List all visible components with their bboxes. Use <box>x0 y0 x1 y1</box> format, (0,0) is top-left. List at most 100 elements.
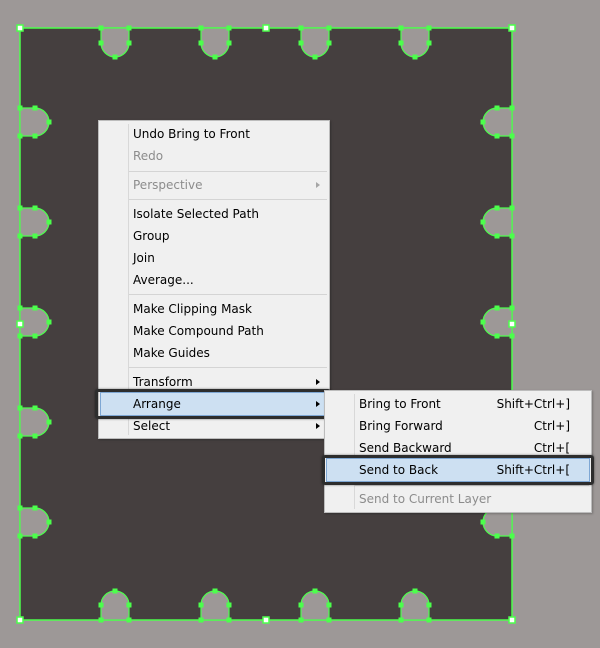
anchor-point[interactable] <box>426 617 432 623</box>
anchor-point[interactable] <box>326 602 332 608</box>
anchor-point[interactable] <box>480 319 486 325</box>
left-notch[interactable] <box>19 507 50 537</box>
anchor-point[interactable] <box>198 25 204 31</box>
anchor-point[interactable] <box>32 505 38 511</box>
anchor-point[interactable] <box>226 40 232 46</box>
anchor-point[interactable] <box>398 40 404 46</box>
anchor-point[interactable] <box>494 233 500 239</box>
anchor-point[interactable] <box>212 54 218 60</box>
anchor-point[interactable] <box>398 25 404 31</box>
anchor-point[interactable] <box>198 617 204 623</box>
menu-item-redo[interactable]: Redo <box>101 145 327 167</box>
anchor-point[interactable] <box>112 54 118 60</box>
left-notch[interactable] <box>19 307 50 337</box>
menu-item-bring-to-front[interactable]: Bring to Front Shift+Ctrl+] <box>327 393 589 415</box>
bottom-notch[interactable] <box>100 590 130 621</box>
anchor-point[interactable] <box>226 602 232 608</box>
bounding-box-handle[interactable] <box>262 616 270 624</box>
anchor-point[interactable] <box>17 105 23 111</box>
menu-item-join[interactable]: Join <box>101 247 327 269</box>
anchor-point[interactable] <box>509 333 515 339</box>
anchor-point[interactable] <box>46 319 52 325</box>
anchor-point[interactable] <box>426 40 432 46</box>
top-notch[interactable] <box>300 27 330 58</box>
anchor-point[interactable] <box>32 305 38 311</box>
anchor-point[interactable] <box>98 25 104 31</box>
anchor-point[interactable] <box>480 519 486 525</box>
menu-item-arrange[interactable]: Arrange <box>100 392 328 416</box>
anchor-point[interactable] <box>426 25 432 31</box>
anchor-point[interactable] <box>298 25 304 31</box>
anchor-point[interactable] <box>98 602 104 608</box>
anchor-point[interactable] <box>494 205 500 211</box>
menu-item-perspective[interactable]: Perspective <box>101 174 327 196</box>
anchor-point[interactable] <box>398 617 404 623</box>
menu-item-send-to-back[interactable]: Send to Back Shift+Ctrl+[ <box>326 458 590 482</box>
menu-item-average[interactable]: Average... <box>101 269 327 291</box>
anchor-point[interactable] <box>412 588 418 594</box>
right-notch[interactable] <box>482 207 513 237</box>
bounding-box-handle[interactable] <box>16 616 24 624</box>
anchor-point[interactable] <box>32 133 38 139</box>
anchor-point[interactable] <box>312 588 318 594</box>
anchor-point[interactable] <box>32 433 38 439</box>
anchor-point[interactable] <box>509 105 515 111</box>
anchor-point[interactable] <box>17 505 23 511</box>
anchor-point[interactable] <box>326 40 332 46</box>
top-notch[interactable] <box>400 27 430 58</box>
anchor-point[interactable] <box>494 305 500 311</box>
menu-item-bring-forward[interactable]: Bring Forward Ctrl+] <box>327 415 589 437</box>
anchor-point[interactable] <box>46 419 52 425</box>
bounding-box-handle[interactable] <box>508 320 516 328</box>
menu-item-select[interactable]: Select <box>101 415 327 437</box>
bounding-box-handle[interactable] <box>508 24 516 32</box>
anchor-point[interactable] <box>32 105 38 111</box>
anchor-point[interactable] <box>98 40 104 46</box>
bounding-box-handle[interactable] <box>262 24 270 32</box>
menu-item-group[interactable]: Group <box>101 225 327 247</box>
anchor-point[interactable] <box>32 233 38 239</box>
right-notch[interactable] <box>482 307 513 337</box>
anchor-point[interactable] <box>126 602 132 608</box>
anchor-point[interactable] <box>32 533 38 539</box>
anchor-point[interactable] <box>46 219 52 225</box>
anchor-point[interactable] <box>412 54 418 60</box>
anchor-point[interactable] <box>17 433 23 439</box>
menu-item-make-compound-path[interactable]: Make Compound Path <box>101 320 327 342</box>
menu-item-make-guides[interactable]: Make Guides <box>101 342 327 364</box>
anchor-point[interactable] <box>509 205 515 211</box>
anchor-point[interactable] <box>480 119 486 125</box>
anchor-point[interactable] <box>17 233 23 239</box>
bounding-box-handle[interactable] <box>16 24 24 32</box>
anchor-point[interactable] <box>509 305 515 311</box>
left-notch[interactable] <box>19 407 50 437</box>
menu-item-transform[interactable]: Transform <box>101 371 327 393</box>
anchor-point[interactable] <box>494 105 500 111</box>
anchor-point[interactable] <box>32 205 38 211</box>
left-notch[interactable] <box>19 207 50 237</box>
anchor-point[interactable] <box>312 54 318 60</box>
anchor-point[interactable] <box>198 40 204 46</box>
anchor-point[interactable] <box>298 602 304 608</box>
anchor-point[interactable] <box>32 333 38 339</box>
bottom-notch[interactable] <box>400 590 430 621</box>
anchor-point[interactable] <box>298 40 304 46</box>
anchor-point[interactable] <box>126 617 132 623</box>
bounding-box-handle[interactable] <box>508 616 516 624</box>
bottom-notch[interactable] <box>300 590 330 621</box>
anchor-point[interactable] <box>426 602 432 608</box>
anchor-point[interactable] <box>98 617 104 623</box>
menu-item-isolate-selected-path[interactable]: Isolate Selected Path <box>101 203 327 225</box>
anchor-point[interactable] <box>326 617 332 623</box>
bounding-box-handle[interactable] <box>16 320 24 328</box>
top-notch[interactable] <box>100 27 130 58</box>
anchor-point[interactable] <box>17 533 23 539</box>
anchor-point[interactable] <box>198 602 204 608</box>
anchor-point[interactable] <box>126 40 132 46</box>
anchor-point[interactable] <box>509 133 515 139</box>
left-notch[interactable] <box>19 107 50 137</box>
anchor-point[interactable] <box>509 233 515 239</box>
anchor-point[interactable] <box>298 617 304 623</box>
anchor-point[interactable] <box>112 588 118 594</box>
anchor-point[interactable] <box>17 133 23 139</box>
